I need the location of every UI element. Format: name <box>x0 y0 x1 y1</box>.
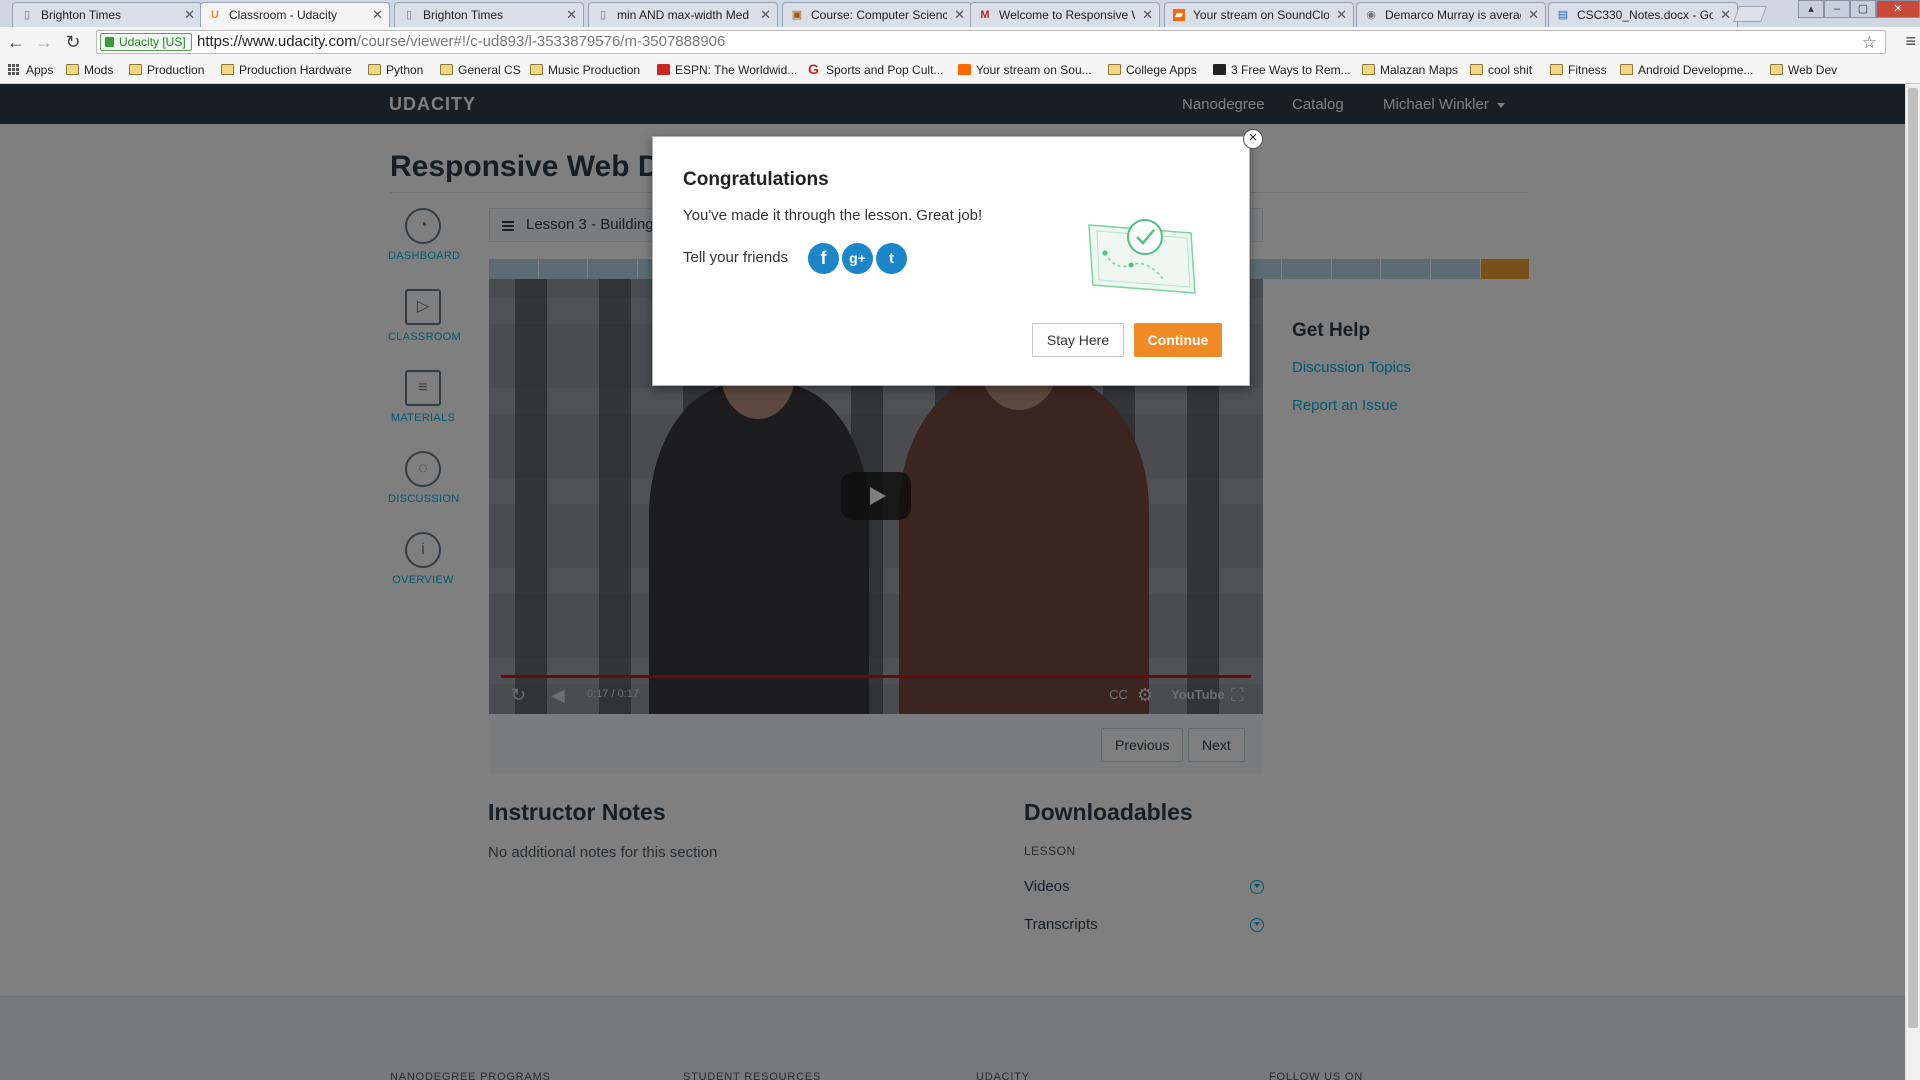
window-close-icon[interactable]: ✕ <box>1876 0 1920 18</box>
bookmarks-bar: Apps Mods Production Production Hardware… <box>0 57 1920 84</box>
tell-friends-label: Tell your friends <box>683 249 789 266</box>
tab-min-max-width[interactable]: ▯ min AND max-width Med ✕ <box>588 2 778 27</box>
scrollbar-thumb[interactable] <box>1908 88 1918 1028</box>
tab-close-icon[interactable]: ✕ <box>1528 7 1539 23</box>
bookmark-soundcloud[interactable]: Your stream on Sou... <box>958 63 1092 77</box>
bookmark-production-hardware[interactable]: Production Hardware <box>221 63 352 77</box>
google-docs-icon: ▤ <box>1557 9 1569 21</box>
folder-icon <box>1620 64 1633 75</box>
page-scrollbar[interactable] <box>1905 84 1920 1080</box>
secure-badge[interactable]: Udacity [US] <box>100 33 192 51</box>
stay-here-button[interactable]: Stay Here <box>1032 323 1124 357</box>
browser-chrome: ▯ Brighton Times ✕ U Classroom - Udacity… <box>0 0 1920 84</box>
new-tab-button[interactable] <box>1733 6 1767 22</box>
lock-icon <box>105 37 114 47</box>
udacity-favicon-icon: U <box>211 9 219 21</box>
tab-csc330-notes[interactable]: ▤ CSC330_Notes.docx - Goo ✕ <box>1548 2 1738 27</box>
tab-close-icon[interactable]: ✕ <box>1336 7 1347 23</box>
browser-menu-icon[interactable]: ≡ <box>1905 31 1916 52</box>
course-favicon-icon: ▣ <box>791 9 803 21</box>
tab-soundcloud[interactable]: ▰ Your stream on SoundClo ✕ <box>1164 2 1354 27</box>
browser-toolbar: ← → ↻ Udacity [US] https://www.udacity.c… <box>0 27 1920 57</box>
soundcloud-icon: ▰ <box>1173 9 1185 21</box>
page-icon: ▯ <box>599 9 607 21</box>
bookmark-web-dev[interactable]: Web Dev <box>1770 63 1837 77</box>
maximize-icon[interactable]: ▢ <box>1850 0 1876 18</box>
bookmark-college-apps[interactable]: College Apps <box>1108 63 1197 77</box>
tab-close-icon[interactable]: ✕ <box>954 7 965 23</box>
folder-icon <box>368 64 381 75</box>
bookmark-malazan-maps[interactable]: Malazan Maps <box>1362 63 1458 77</box>
espn-icon <box>657 64 670 75</box>
reddit-icon: ◉ <box>1366 9 1376 21</box>
address-bar[interactable]: Udacity [US] https://www.udacity.com/cou… <box>96 30 1886 54</box>
folder-icon <box>1108 64 1121 75</box>
tab-close-icon[interactable]: ✕ <box>1142 7 1153 23</box>
page-icon: ▯ <box>23 9 31 21</box>
bookmark-free-ways[interactable]: 3 Free Ways to Rem... <box>1213 63 1351 77</box>
back-icon[interactable]: ← <box>5 31 27 53</box>
folder-icon <box>129 64 142 75</box>
tab-welcome-responsive[interactable]: M Welcome to Responsive W ✕ <box>970 2 1160 27</box>
folder-icon <box>1470 64 1483 75</box>
tab-demarco-murray[interactable]: ◉ Demarco Murray is averag ✕ <box>1356 2 1546 27</box>
tab-brighton-times-1[interactable]: ▯ Brighton Times ✕ <box>12 2 202 27</box>
bookmark-music-production[interactable]: Music Production <box>530 63 640 77</box>
gmail-icon: M <box>980 9 990 21</box>
tab-close-icon[interactable]: ✕ <box>566 7 577 23</box>
lesson-complete-illustration-icon <box>1088 219 1196 294</box>
bookmark-general-cs[interactable]: General CS <box>440 63 521 77</box>
folder-icon <box>1770 64 1783 75</box>
congratulations-modal: × Congratulations You've made it through… <box>652 129 1263 386</box>
folder-icon <box>221 64 234 75</box>
bookmark-apps[interactable]: Apps <box>8 63 53 77</box>
bookmark-cool-shit[interactable]: cool shit <box>1470 63 1532 77</box>
continue-button[interactable]: Continue <box>1134 323 1222 357</box>
facebook-icon[interactable]: f <box>808 243 839 274</box>
google-plus-icon[interactable]: g+ <box>842 243 873 274</box>
bookmark-star-icon[interactable]: ☆ <box>1862 32 1877 54</box>
tab-close-icon[interactable]: ✕ <box>760 7 771 23</box>
bookmark-sports-pop[interactable]: G Sports and Pop Cult... <box>808 61 943 77</box>
tab-close-icon[interactable]: ✕ <box>1720 7 1731 23</box>
url-text[interactable]: https://www.udacity.com/course/viewer#!/… <box>197 31 725 53</box>
bookmark-production[interactable]: Production <box>129 63 204 77</box>
tab-classroom-udacity[interactable]: U Classroom - Udacity ✕ <box>200 2 390 27</box>
bookmark-espn[interactable]: ESPN: The Worldwid... <box>657 63 797 77</box>
profile-icon[interactable]: ▴ <box>1798 0 1824 18</box>
folder-icon <box>1550 64 1563 75</box>
tab-course-computer-science[interactable]: ▣ Course: Computer Scienc ✕ <box>782 2 972 27</box>
tab-brighton-times-2[interactable]: ▯ Brighton Times ✕ <box>394 2 584 27</box>
tab-close-icon[interactable]: ✕ <box>372 7 383 23</box>
bookmark-mods[interactable]: Mods <box>66 63 113 77</box>
twitter-icon[interactable]: t <box>876 243 907 274</box>
page-viewport: UDACITY Nanodegree Catalog Michael Winkl… <box>0 84 1905 1080</box>
folder-icon <box>66 64 79 75</box>
reload-icon[interactable]: ↻ <box>62 31 84 53</box>
tab-strip: ▯ Brighton Times ✕ U Classroom - Udacity… <box>0 0 1920 27</box>
tab-close-icon[interactable]: ✕ <box>184 7 195 23</box>
soundcloud-icon <box>958 64 971 75</box>
folder-icon <box>1362 64 1375 75</box>
window-controls: ▴ – ▢ ✕ <box>1798 0 1920 18</box>
grantland-icon: G <box>808 61 819 77</box>
minimize-icon[interactable]: – <box>1824 0 1850 18</box>
folder-icon <box>440 64 453 75</box>
apps-grid-icon <box>8 64 21 75</box>
bookmark-python[interactable]: Python <box>368 63 423 77</box>
htc-icon <box>1213 64 1226 75</box>
bookmark-fitness[interactable]: Fitness <box>1550 63 1607 77</box>
close-icon[interactable]: × <box>1243 129 1263 149</box>
forward-icon[interactable]: → <box>33 31 55 53</box>
folder-icon <box>530 64 543 75</box>
modal-title: Congratulations <box>683 169 829 190</box>
page-icon: ▯ <box>405 9 413 21</box>
bookmark-android-development[interactable]: Android Developme... <box>1620 63 1753 77</box>
modal-message: You've made it through the lesson. Great… <box>683 207 983 224</box>
